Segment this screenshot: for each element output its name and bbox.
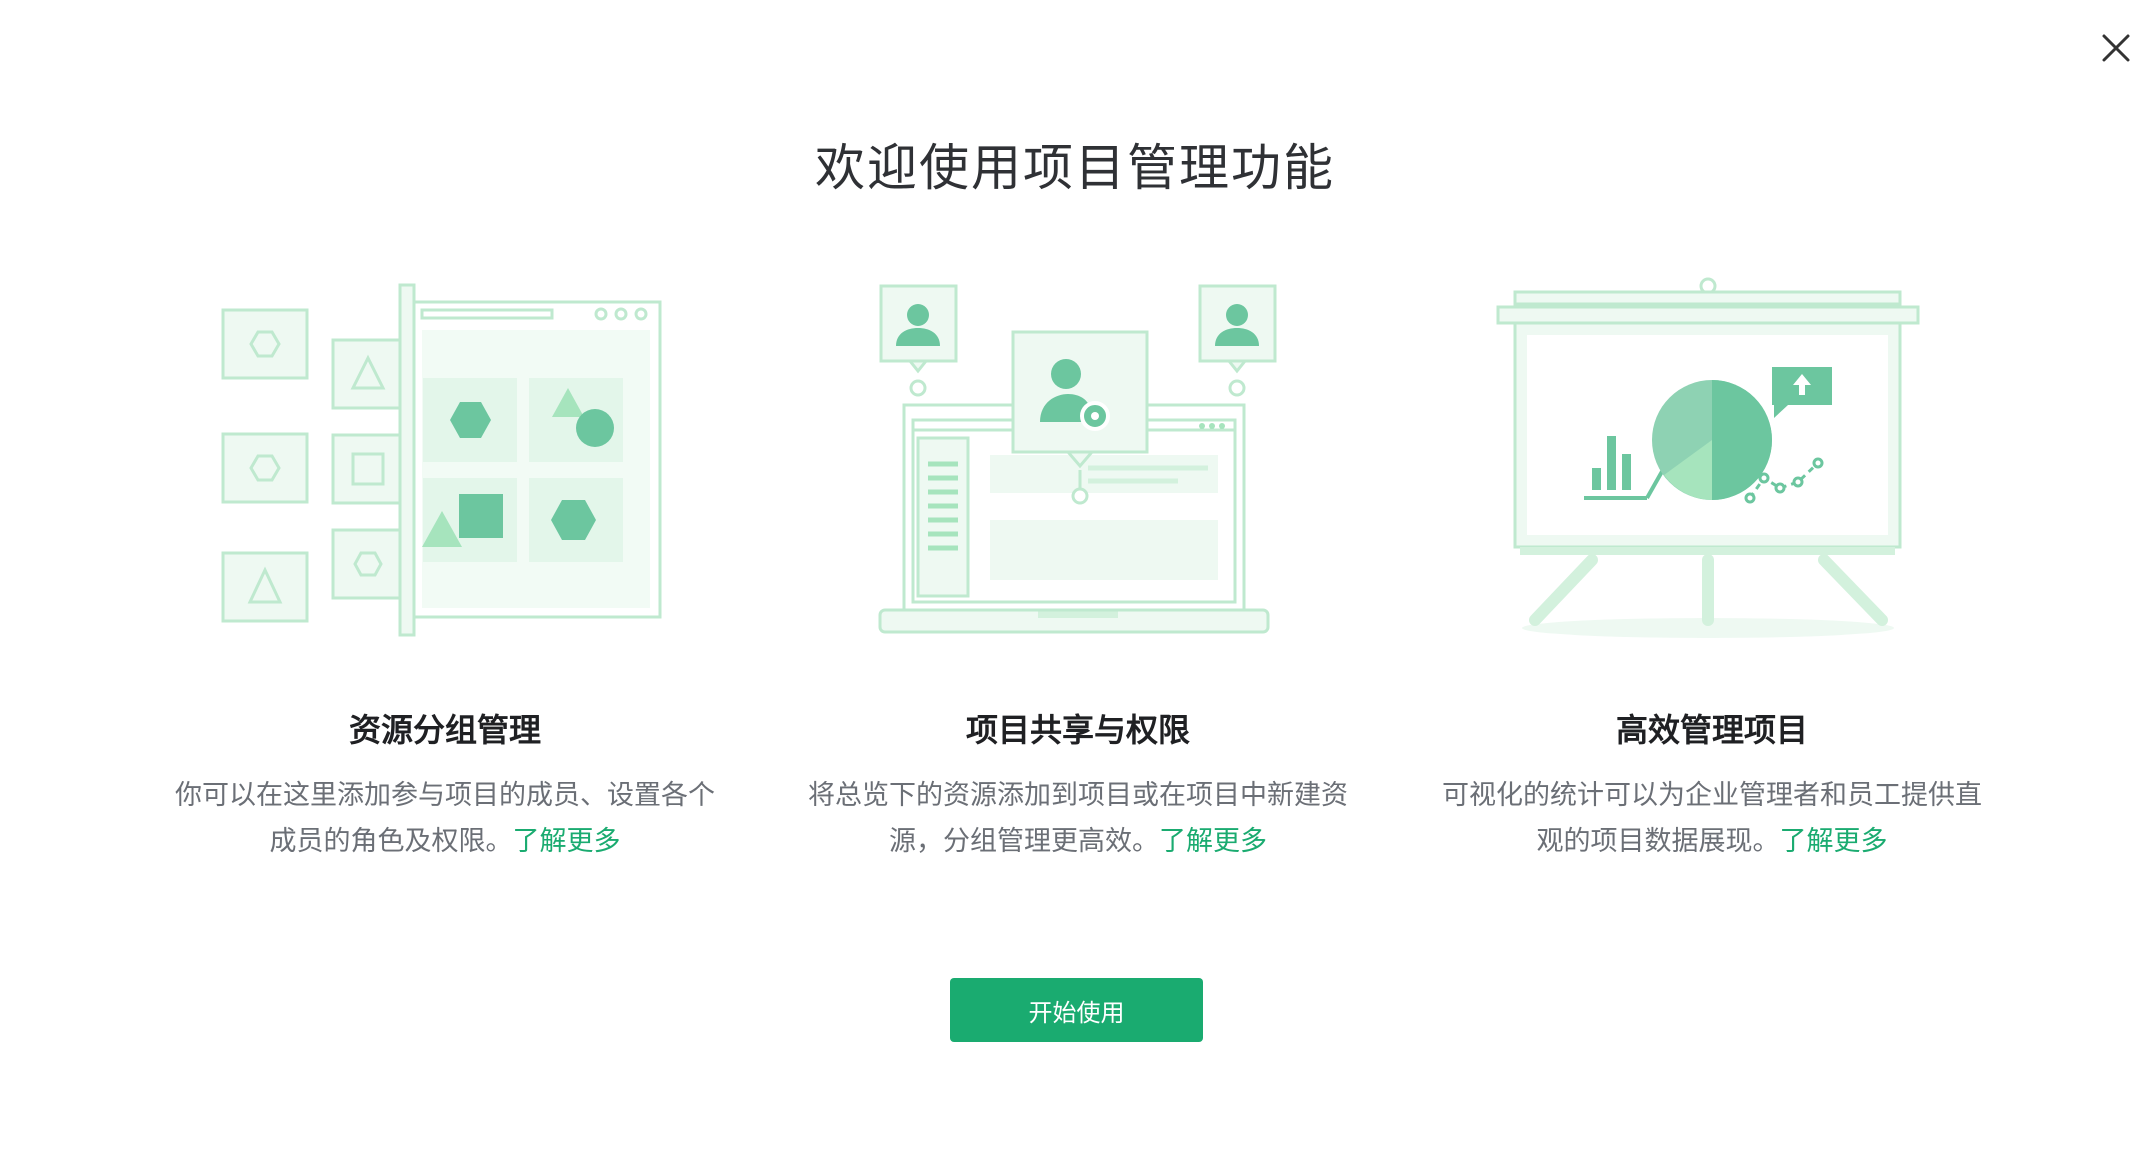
feature-description: 将总览下的资源添加到项目或在项目中新建资源，分组管理更高效。了解更多 bbox=[808, 773, 1348, 865]
close-icon bbox=[2102, 34, 2130, 62]
dialog-title: 欢迎使用项目管理功能 bbox=[815, 139, 1335, 197]
feature-project-share: 项目共享与权限 将总览下的资源添加到项目或在项目中新建资源，分组管理更高效。了解… bbox=[798, 270, 1358, 865]
project-share-illustration bbox=[798, 270, 1358, 650]
feature-title: 高效管理项目 bbox=[1615, 711, 1808, 749]
feature-description-text: 可视化的统计可以为企业管理者和员工提供直观的项目数据展现。 bbox=[1442, 780, 1982, 857]
feature-description-text: 将总览下的资源添加到项目或在项目中新建资源，分组管理更高效。 bbox=[808, 780, 1348, 857]
feature-description: 可视化的统计可以为企业管理者和员工提供直观的项目数据展现。了解更多 bbox=[1442, 773, 1982, 865]
resource-group-illustration bbox=[165, 270, 725, 650]
feature-resource-group: 资源分组管理 你可以在这里添加参与项目的成员、设置各个成员的角色及权限。了解更多 bbox=[165, 270, 725, 865]
feature-description-text: 你可以在这里添加参与项目的成员、设置各个成员的角色及权限。 bbox=[175, 780, 715, 857]
efficient-management-illustration bbox=[1432, 270, 1992, 650]
learn-more-link[interactable]: 了解更多 bbox=[1159, 826, 1267, 857]
close-button[interactable] bbox=[2096, 28, 2136, 68]
feature-description: 你可以在这里添加参与项目的成员、设置各个成员的角色及权限。了解更多 bbox=[175, 773, 715, 865]
feature-title: 资源分组管理 bbox=[348, 711, 541, 749]
feature-efficient-management: 高效管理项目 可视化的统计可以为企业管理者和员工提供直观的项目数据展现。了解更多 bbox=[1432, 270, 1992, 865]
learn-more-link[interactable]: 了解更多 bbox=[513, 826, 621, 857]
feature-title: 项目共享与权限 bbox=[965, 711, 1190, 749]
welcome-dialog: 欢迎使用项目管理功能 资源分组管理 你可以在这里添加参与项目的成员、设置各个成员… bbox=[0, 0, 2150, 1170]
start-button[interactable]: 开始使用 bbox=[950, 978, 1203, 1042]
learn-more-link[interactable]: 了解更多 bbox=[1780, 826, 1888, 857]
